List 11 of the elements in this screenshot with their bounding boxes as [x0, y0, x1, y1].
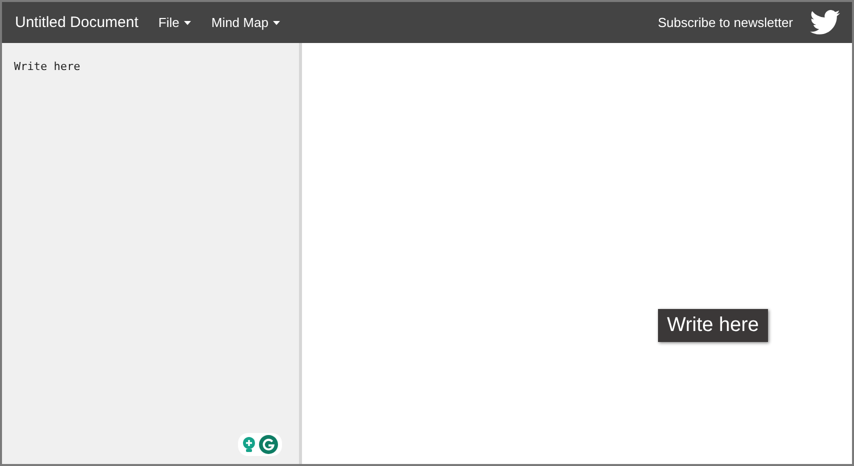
bird-icon[interactable] [810, 10, 840, 35]
mind-map-node[interactable]: Write here [658, 309, 768, 342]
lightbulb-icon[interactable] [242, 436, 256, 452]
g-logo-icon[interactable] [259, 435, 278, 454]
menu-dropdown[interactable]: File [158, 15, 192, 30]
caret-icon [184, 20, 192, 24]
menu-dropdown[interactable]: Mind Map [211, 15, 280, 30]
document-title[interactable]: Untitled Document [15, 14, 138, 31]
caret-icon [273, 20, 280, 24]
writing-assistant-widget[interactable] [238, 433, 282, 456]
subscribe-link[interactable]: Subscribe to newsletter [658, 15, 793, 30]
